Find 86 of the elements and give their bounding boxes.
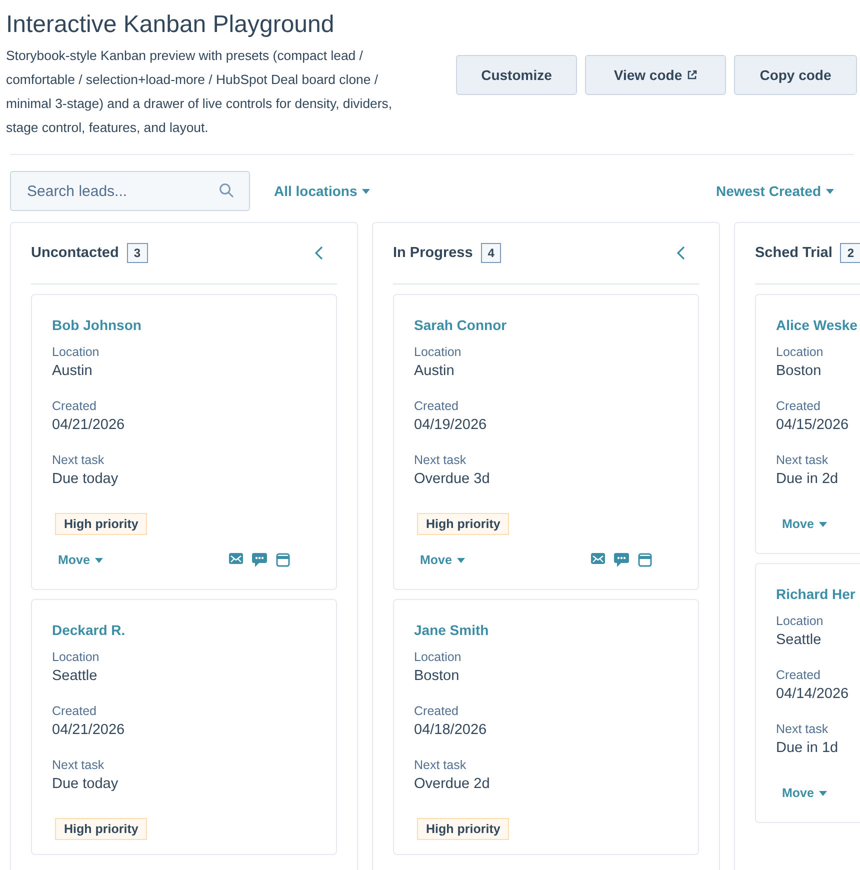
lead-name-link[interactable]: Alice Weske bbox=[776, 317, 858, 333]
field-value: Overdue 3d bbox=[414, 471, 490, 487]
lead-name-link[interactable]: Deckard R. bbox=[52, 622, 126, 638]
lead-name-link[interactable]: Richard Her bbox=[776, 586, 856, 602]
field-label: Location bbox=[52, 650, 100, 664]
field-value: 04/15/2026 bbox=[776, 417, 849, 433]
search-icon bbox=[219, 183, 234, 198]
field-label: Created bbox=[414, 704, 458, 718]
external-link-icon bbox=[687, 70, 698, 80]
count-badge: 2 bbox=[840, 243, 860, 263]
calendar-icon[interactable] bbox=[638, 553, 652, 567]
field-label: Next task bbox=[776, 722, 828, 736]
field-value: Seattle bbox=[776, 632, 822, 648]
field-label: Created bbox=[52, 399, 96, 413]
priority-tag: High priority bbox=[55, 513, 148, 535]
caret-icon bbox=[826, 188, 834, 194]
calendar-icon[interactable] bbox=[276, 553, 290, 567]
header-button[interactable]: View code bbox=[585, 55, 726, 95]
email-icon[interactable] bbox=[229, 553, 243, 564]
field-value: 04/21/2026 bbox=[52, 722, 125, 738]
field-label: Location bbox=[52, 345, 100, 359]
column-title: Sched Trial bbox=[755, 245, 832, 261]
column-title: In Progress bbox=[393, 245, 473, 261]
count-badge: 3 bbox=[126, 243, 148, 263]
priority-tag: High priority bbox=[55, 818, 148, 840]
header-button[interactable]: Customize bbox=[456, 55, 577, 95]
field-label: Created bbox=[776, 399, 820, 413]
chat-icon[interactable] bbox=[614, 553, 629, 567]
field-value: Overdue 2d bbox=[414, 776, 490, 792]
field-value: Boston bbox=[414, 668, 460, 684]
field-label: Next task bbox=[52, 758, 104, 772]
lead-name-link[interactable]: Sarah Connor bbox=[414, 317, 507, 333]
lead-card[interactable]: Deckard R. Location Seattle Created 04/21/2026 Next task Due today High priority bbox=[31, 599, 337, 855]
field-label: Next task bbox=[52, 453, 104, 467]
caret-icon bbox=[818, 522, 827, 526]
lead-card[interactable]: Sarah Connor Location Austin Created 04/19/2026 Next task Overdue 3d High priority Move bbox=[393, 294, 699, 590]
field-value: 04/14/2026 bbox=[776, 686, 849, 702]
header-button[interactable]: Copy code bbox=[734, 55, 857, 95]
location-filter-dropdown[interactable]: All locations bbox=[274, 183, 370, 199]
caret-icon bbox=[94, 558, 103, 562]
lead-name-link[interactable]: Jane Smith bbox=[414, 622, 489, 638]
field-value: 04/19/2026 bbox=[414, 417, 487, 433]
field-label: Location bbox=[776, 345, 824, 359]
field-value: Austin bbox=[414, 363, 454, 379]
field-value: Due in 2d bbox=[776, 471, 838, 487]
lead-card[interactable]: Alice Weske Location Boston Created 04/15/2026 Next task Due in 2d Move bbox=[755, 294, 860, 554]
field-value: Due in 1d bbox=[776, 740, 838, 756]
page-title: Interactive Kanban Playground bbox=[6, 10, 336, 40]
caret-icon bbox=[456, 558, 465, 562]
lead-card[interactable]: Richard Her Location Seattle Created 04/14/2026 Next task Due in 1d Move bbox=[755, 563, 860, 823]
field-value: 04/18/2026 bbox=[414, 722, 487, 738]
field-label: Created bbox=[52, 704, 96, 718]
sort-dropdown[interactable]: Newest Created bbox=[716, 183, 834, 199]
field-label: Next task bbox=[776, 453, 828, 467]
priority-tag: High priority bbox=[417, 818, 510, 840]
lead-name-link[interactable]: Bob Johnson bbox=[52, 317, 142, 333]
search-field[interactable]: Search leads... bbox=[10, 171, 250, 211]
column-title: Uncontacted bbox=[31, 245, 119, 261]
move-dropdown[interactable]: Move bbox=[782, 517, 827, 531]
page-description: Storybook-style Kanban preview with presets (compact lead / comfortable / selection+load-more / HubSpot Deal board clone / minimal 3-stage) and a drawer of live controls for density, dividers, stage control, features, and layout. bbox=[6, 47, 394, 137]
move-dropdown[interactable]: Move bbox=[782, 786, 827, 800]
chevron-left-icon[interactable] bbox=[677, 246, 685, 260]
chat-icon[interactable] bbox=[252, 553, 267, 567]
field-value: Austin bbox=[52, 363, 92, 379]
field-value: 04/21/2026 bbox=[52, 417, 125, 433]
field-label: Location bbox=[776, 614, 824, 628]
chevron-left-icon[interactable] bbox=[315, 246, 323, 260]
lead-card[interactable]: Jane Smith Location Boston Created 04/18/2026 Next task Overdue 2d High priority bbox=[393, 599, 699, 855]
field-label: Next task bbox=[414, 453, 466, 467]
field-label: Next task bbox=[414, 758, 466, 772]
count-badge: 4 bbox=[480, 243, 502, 263]
move-dropdown[interactable]: Move bbox=[58, 553, 103, 567]
field-value: Seattle bbox=[52, 668, 98, 684]
field-label: Location bbox=[414, 650, 462, 664]
priority-tag: High priority bbox=[417, 513, 510, 535]
field-value: Due today bbox=[52, 471, 118, 487]
field-label: Created bbox=[776, 668, 820, 682]
field-label: Created bbox=[414, 399, 458, 413]
field-value: Due today bbox=[52, 776, 118, 792]
move-dropdown[interactable]: Move bbox=[420, 553, 465, 567]
field-value: Boston bbox=[776, 363, 822, 379]
email-icon[interactable] bbox=[591, 553, 605, 564]
caret-icon bbox=[362, 188, 370, 194]
field-label: Location bbox=[414, 345, 462, 359]
caret-icon bbox=[818, 790, 827, 796]
lead-card[interactable]: Bob Johnson Location Austin Created 04/21/2026 Next task Due today High priority Move bbox=[31, 294, 337, 590]
